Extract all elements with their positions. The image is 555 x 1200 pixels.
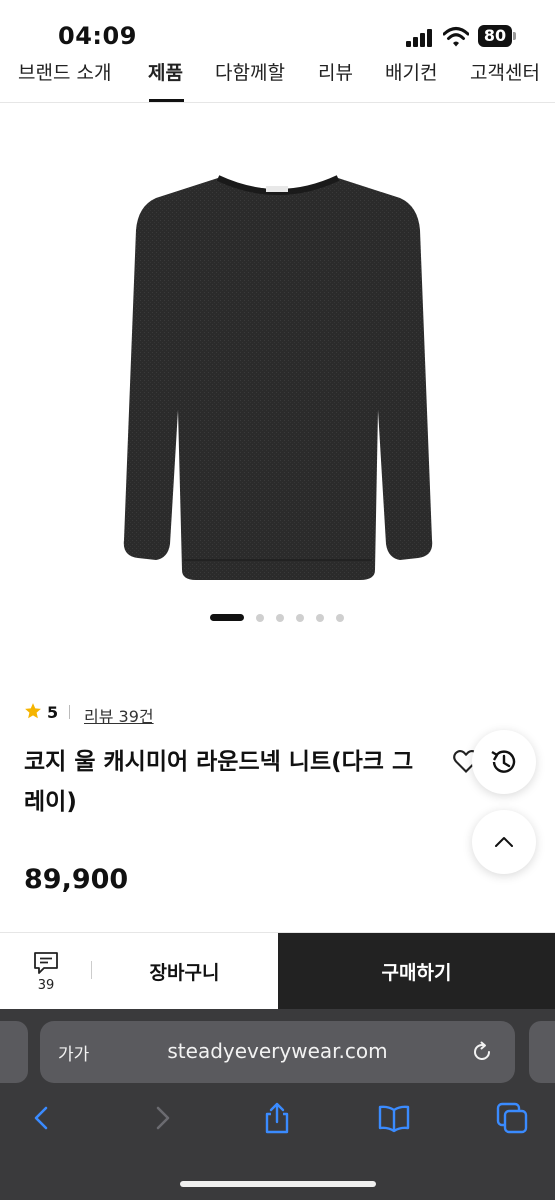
next-tab-preview[interactable] xyxy=(529,1021,555,1083)
tabs-icon[interactable] xyxy=(495,1101,529,1135)
nav-item-event[interactable]: 배기컨 xyxy=(385,58,437,85)
address-bar[interactable]: 가가 steadyeverywear.com xyxy=(40,1021,515,1083)
carousel-dot[interactable] xyxy=(316,614,324,622)
buy-bar: 39 장바구니 구매하기 xyxy=(0,932,555,1010)
carousel-dot[interactable] xyxy=(296,614,304,622)
home-indicator xyxy=(180,1181,376,1187)
chat-count: 39 xyxy=(37,978,55,993)
product-title: 코지 울 캐시미어 라운드넥 니트(다크 그레이) xyxy=(24,749,414,815)
browser-chrome: 가가 steadyeverywear.com xyxy=(0,1009,555,1200)
bookmarks-icon[interactable] xyxy=(377,1101,411,1135)
chevron-up-icon xyxy=(495,837,513,847)
star-icon xyxy=(25,703,41,719)
nav-item-products[interactable]: 제품 xyxy=(148,58,183,85)
rating-divider xyxy=(69,705,70,719)
back-icon[interactable] xyxy=(25,1101,59,1135)
wifi-icon xyxy=(443,27,469,47)
cellular-signal-icon xyxy=(406,29,436,47)
chat-icon[interactable] xyxy=(33,951,59,975)
reload-icon[interactable] xyxy=(470,1040,494,1064)
status-time: 04:09 xyxy=(58,22,137,50)
carousel-dot-active[interactable] xyxy=(210,614,244,621)
share-icon[interactable] xyxy=(260,1101,294,1135)
nav-active-underline xyxy=(149,99,184,102)
product-price: 89,900 xyxy=(24,864,129,895)
nav-item-reviews[interactable]: 리뷰 xyxy=(318,58,353,85)
carousel-dot[interactable] xyxy=(276,614,284,622)
image-carousel-indicator xyxy=(0,613,555,623)
carousel-dot[interactable] xyxy=(256,614,264,622)
carousel-dot[interactable] xyxy=(336,614,344,622)
site-nav: 브랜드 소개 제품 다함께할 리뷰 배기컨 고객센터 xyxy=(0,56,555,103)
url-text[interactable]: steadyeverywear.com xyxy=(40,1039,515,1063)
battery-indicator: 80 xyxy=(478,25,512,47)
battery-tip xyxy=(513,32,516,40)
recent-history-button[interactable] xyxy=(472,730,536,794)
forward-icon[interactable] xyxy=(145,1101,179,1135)
rating-score: 5 xyxy=(47,703,59,722)
nav-item-support[interactable]: 고객센터 xyxy=(470,58,540,85)
nav-item-together[interactable]: 다함께할 xyxy=(215,58,285,85)
nav-item-brand[interactable]: 브랜드 소개 xyxy=(18,58,111,85)
product-image[interactable] xyxy=(100,160,455,600)
previous-tab-preview[interactable] xyxy=(0,1021,28,1083)
review-count-link[interactable]: 리뷰 39건 xyxy=(84,703,154,727)
add-to-cart-button[interactable]: 장바구니 xyxy=(92,933,277,1010)
scroll-to-top-button[interactable] xyxy=(472,810,536,874)
purchase-button[interactable]: 구매하기 xyxy=(278,933,555,1010)
history-icon xyxy=(491,750,516,773)
